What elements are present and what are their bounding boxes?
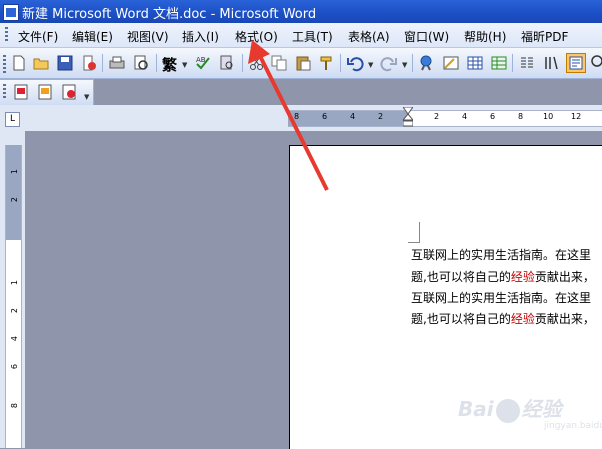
watermark-url: jingyan.baidu.com <box>544 421 602 431</box>
watermark-text: Bai <box>458 397 494 421</box>
baidu-jingyan-watermark: Bai 经验 jingyan.baidu.com <box>458 393 602 431</box>
baidu-paw-icon <box>495 398 520 423</box>
watermark-text: 经验 <box>521 397 562 421</box>
annotation-arrow <box>248 40 329 191</box>
